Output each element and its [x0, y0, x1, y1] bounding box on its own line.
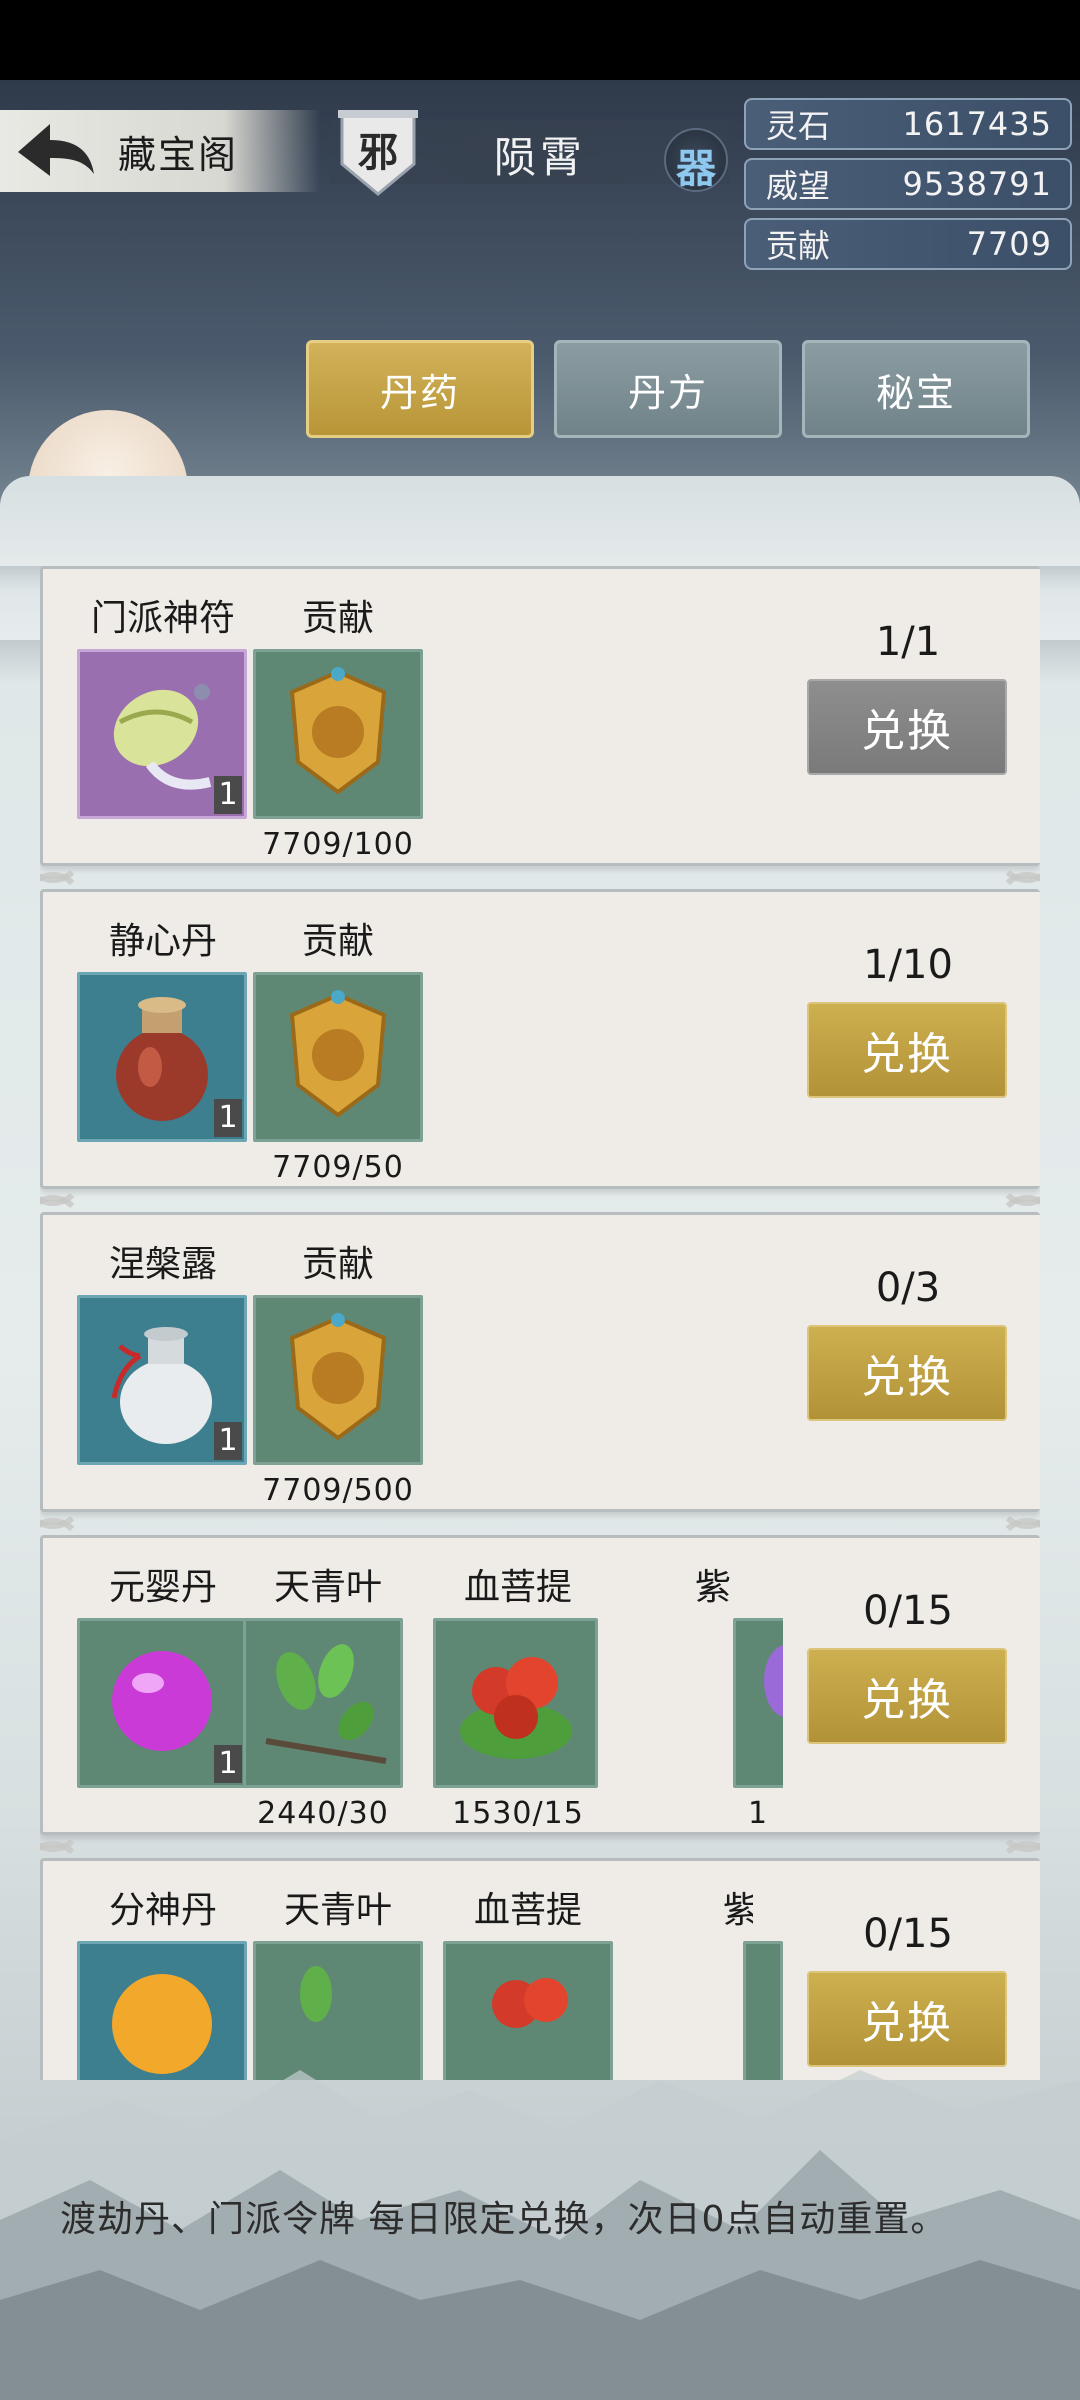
cost-slot[interactable]: [243, 1618, 403, 1788]
exchange-list[interactable]: 门派神符 1 贡献 7709/100 1/1 兑换 静心丹 1 贡献 7709/…: [40, 566, 1040, 2080]
resource-value: 9538791: [902, 165, 1052, 203]
cost-slot[interactable]: [253, 1295, 423, 1465]
cost-label: 天青叶: [273, 1567, 382, 1608]
page-title: 藏宝阁: [118, 132, 239, 177]
list-item: 门派神符 1 贡献 7709/100 1/1 兑换: [40, 566, 1040, 883]
exchange-limit: 1/1: [875, 619, 941, 665]
contribution-token-icon: [289, 667, 387, 795]
exchange-area: 0/3 兑换: [783, 1215, 1040, 1509]
contribution-token-icon: [289, 1313, 387, 1441]
item-count: 1: [214, 1422, 242, 1460]
exchange-limit: 0/15: [863, 1911, 953, 1957]
cost-slot[interactable]: [253, 649, 423, 819]
weapon-badge-label: 器: [676, 146, 716, 192]
cost-label: 贡献: [301, 921, 374, 962]
item-name: 分神丹: [108, 1890, 217, 1931]
cost-amount: 7709/100: [262, 827, 414, 862]
cost-label: 天青叶: [283, 1890, 392, 1931]
exchange-limit: 0/3: [875, 1265, 941, 1311]
resource-panel: 灵石 1617435 威望 9538791 贡献 7709: [744, 98, 1072, 348]
cost-amount: 1: [747, 1796, 769, 1831]
resource-contribution: 贡献 7709: [744, 218, 1072, 270]
exchange-limit: 0/15: [863, 1588, 953, 1634]
cost-slot[interactable]: [433, 1618, 598, 1788]
exchange-button[interactable]: 兑换: [807, 1325, 1007, 1421]
item-slot[interactable]: 1: [77, 1295, 247, 1465]
item-name: 涅槃露: [108, 1244, 217, 1285]
item-slot[interactable]: 1: [77, 649, 247, 819]
item-count: 1: [214, 776, 242, 814]
red-fruit-icon: [460, 1657, 572, 1759]
exchange-button[interactable]: 兑换: [807, 1002, 1007, 1098]
exchange-area: 1/1 兑换: [783, 569, 1040, 863]
item-slot[interactable]: 1: [77, 1618, 247, 1788]
sect-badge: 邪: [338, 106, 418, 198]
resource-prestige: 威望 9538791: [744, 158, 1072, 210]
item-name: 门派神符: [90, 598, 235, 639]
cost-label: 紫: [723, 1890, 753, 1931]
tab-pills[interactable]: 丹药: [306, 340, 534, 438]
green-leaf-icon: [265, 1644, 387, 1764]
exchange-button[interactable]: 兑换: [807, 679, 1007, 775]
item-slot[interactable]: 1: [77, 972, 247, 1142]
item-name: 静心丹: [108, 921, 217, 962]
exchange-button[interactable]: 兑换: [807, 1648, 1007, 1744]
cost-amount: 1530/15: [452, 1796, 584, 1831]
list-panel-header: [0, 476, 1080, 566]
cost-label: 贡献: [301, 1244, 374, 1285]
purple-flower-icon: [764, 1645, 808, 1717]
cost-label: 血菩提: [463, 1567, 572, 1608]
contribution-token-icon: [289, 990, 387, 1118]
exchange-limit: 1/10: [863, 942, 953, 988]
back-button[interactable]: 藏宝阁: [0, 110, 320, 192]
cost-slot[interactable]: [253, 972, 423, 1142]
item-count: 1: [214, 1745, 242, 1783]
exchange-area: 0/15 兑换: [783, 1538, 1040, 1832]
resource-label: 威望: [766, 167, 831, 205]
cost-amount: 2440/30: [257, 1796, 389, 1831]
tab-treasures[interactable]: 秘宝: [802, 340, 1030, 438]
cost-label: 紫: [694, 1567, 731, 1608]
cost-amount: 7709/500: [262, 1473, 414, 1508]
footer-note: 渡劫丹、门派令牌 每日限定兑换，次日0点自动重置。: [60, 2199, 948, 2240]
cost-amount: 7709/50: [272, 1150, 404, 1185]
weapon-badge[interactable]: 器: [664, 128, 728, 192]
resource-spirit-stone: 灵石 1617435: [744, 98, 1072, 150]
list-item: 元婴丹 1 天青叶 2440/30 血菩提 1530/15 紫 1 0/15 兑…: [40, 1518, 1040, 1852]
back-arrow-icon: [18, 124, 94, 176]
cost-label: 血菩提: [473, 1890, 582, 1931]
resource-value: 1617435: [902, 105, 1052, 143]
resource-label: 灵石: [766, 107, 831, 145]
list-item: 涅槃露 1 贡献 7709/500 0/3 兑换: [40, 1195, 1040, 1529]
cost-label: 贡献: [301, 598, 374, 639]
tab-recipes[interactable]: 丹方: [554, 340, 782, 438]
item-count: 1: [214, 1099, 242, 1137]
resource-label: 贡献: [766, 227, 831, 265]
exchange-area: 1/10 兑换: [783, 892, 1040, 1186]
list-item: 静心丹 1 贡献 7709/50 1/10 兑换: [40, 872, 1040, 1206]
game-screen: 藏宝阁 邪 陨霄 器 灵石 1617435 威望 9538791 贡献 7709…: [0, 80, 1080, 2400]
resource-value: 7709: [966, 225, 1052, 263]
player-name: 陨霄: [493, 133, 586, 182]
